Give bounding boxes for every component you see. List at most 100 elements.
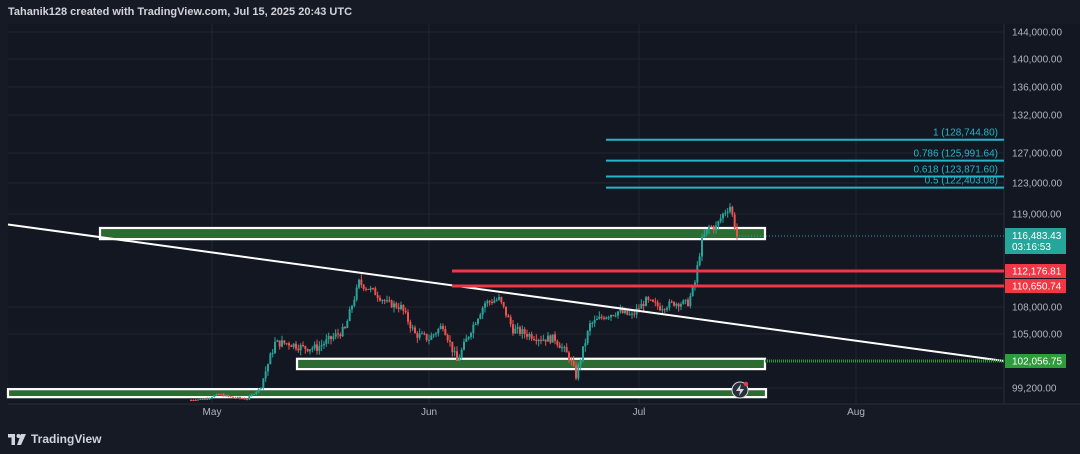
candle-body — [677, 303, 680, 307]
candle-body — [344, 327, 346, 329]
candle-body — [675, 303, 678, 306]
candle-body — [488, 301, 491, 303]
candle-body — [535, 339, 538, 342]
candle — [199, 398, 202, 400]
candle-body — [666, 307, 668, 310]
candle-body — [435, 333, 437, 335]
price-tick-label: 132,000.00 — [1012, 111, 1062, 122]
candle-body — [731, 206, 734, 215]
candle-body — [397, 307, 400, 310]
candle-body — [271, 352, 274, 354]
candle-body — [691, 286, 694, 296]
candle-body — [549, 335, 552, 343]
candle-body — [642, 303, 645, 306]
candle-body — [255, 391, 258, 395]
candle-body — [411, 327, 414, 329]
candle-body — [460, 349, 463, 358]
tradingview-logo-icon — [8, 433, 26, 445]
candle-body — [267, 364, 269, 372]
candle-body — [446, 335, 449, 341]
candle-body — [299, 345, 302, 351]
candle-body — [565, 347, 568, 353]
candle-body — [409, 321, 412, 329]
candle — [577, 362, 580, 381]
upper-zone[interactable] — [98, 226, 767, 241]
candle-body — [479, 314, 482, 319]
candle-body — [194, 400, 197, 401]
candle-body — [306, 348, 309, 352]
candle-body — [383, 300, 386, 302]
candle-body — [208, 398, 211, 400]
candle-body — [570, 359, 573, 361]
candle-body — [281, 340, 283, 347]
candle-body — [696, 265, 699, 283]
candle-body — [547, 335, 549, 342]
price-chart[interactable]: 1 (128,744.80) 0.786 (125,991.64) 0.618 (1… — [0, 0, 1080, 426]
candle — [390, 299, 393, 309]
candle-body — [400, 304, 402, 310]
candle-body — [379, 297, 381, 301]
candle-body — [423, 333, 426, 335]
candle-body — [598, 316, 601, 319]
candle-body — [346, 321, 349, 329]
replay-button[interactable] — [731, 381, 749, 399]
candle-body — [712, 226, 715, 230]
time-tick-label: Jun — [421, 407, 437, 418]
candle-body — [325, 339, 328, 344]
candle-body — [297, 348, 300, 351]
candle-body — [248, 395, 251, 400]
candle — [367, 288, 370, 291]
candle-body — [512, 324, 514, 334]
candle-body — [463, 341, 465, 350]
candle-body — [584, 343, 587, 347]
price-tick-label: 123,000.00 — [1012, 179, 1062, 190]
candle-body — [451, 341, 454, 353]
candle-body — [600, 316, 603, 318]
candle-body — [614, 315, 617, 317]
candle-body — [607, 317, 610, 319]
candle-body — [246, 399, 248, 401]
price-tick-label: 108,000.00 — [1012, 303, 1062, 314]
candle-body — [519, 327, 521, 334]
candle-body — [572, 360, 575, 366]
candle-body — [509, 317, 512, 325]
candle-body — [239, 397, 241, 399]
candle-body — [577, 364, 580, 379]
candle-body — [227, 395, 230, 397]
candle-body — [302, 345, 304, 347]
candle-body — [514, 328, 517, 334]
candle-body — [661, 309, 664, 311]
candle-body — [199, 398, 202, 400]
candle-body — [215, 393, 218, 396]
candle-body — [369, 288, 372, 290]
candle-body — [563, 347, 566, 349]
fib-level-label: 1 (128,744.80) — [933, 128, 998, 139]
candle — [733, 212, 736, 231]
candle-body — [220, 394, 223, 396]
candle-body — [355, 287, 358, 300]
candle-body — [458, 357, 461, 361]
lower-zone[interactable] — [6, 388, 768, 399]
candle-body — [264, 371, 267, 379]
candle-body — [521, 329, 524, 334]
candle-body — [292, 343, 295, 347]
fib-level-label: 0.618 (123,871.60) — [913, 164, 998, 175]
candle-body — [724, 212, 727, 214]
candle-body — [701, 236, 703, 257]
chart-footer — [0, 426, 1080, 454]
candle-body — [341, 327, 344, 337]
tradingview-brand[interactable]: TradingView — [8, 432, 101, 446]
candle-body — [339, 334, 342, 337]
candle-body — [316, 344, 318, 351]
candle-body — [484, 303, 486, 308]
candle-body — [610, 315, 612, 318]
candle-body — [523, 329, 526, 334]
candle-body — [421, 333, 423, 335]
candle-body — [204, 398, 206, 400]
candle-body — [201, 398, 204, 400]
candle-body — [621, 309, 624, 313]
candle-body — [283, 340, 286, 344]
candle — [626, 310, 629, 316]
candle-body — [241, 398, 244, 400]
mid-zone[interactable] — [295, 357, 767, 371]
